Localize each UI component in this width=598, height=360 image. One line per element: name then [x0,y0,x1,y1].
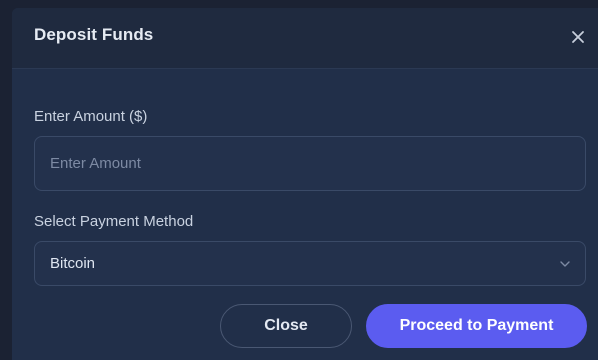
payment-method-select[interactable]: Bitcoin [34,241,586,286]
close-icon[interactable] [568,27,588,47]
close-button[interactable]: Close [220,304,352,348]
amount-label: Enter Amount ($) [34,108,148,125]
modal-header: Deposit Funds [12,8,598,69]
chevron-down-icon [559,259,571,269]
payment-method-label: Select Payment Method [34,213,194,230]
modal-title: Deposit Funds [34,25,154,44]
payment-method-value: Bitcoin [50,255,96,272]
amount-input[interactable] [34,136,586,191]
proceed-to-payment-button[interactable]: Proceed to Payment [366,304,587,348]
deposit-modal: Deposit Funds Enter Amount ($) Select Pa… [12,8,598,360]
